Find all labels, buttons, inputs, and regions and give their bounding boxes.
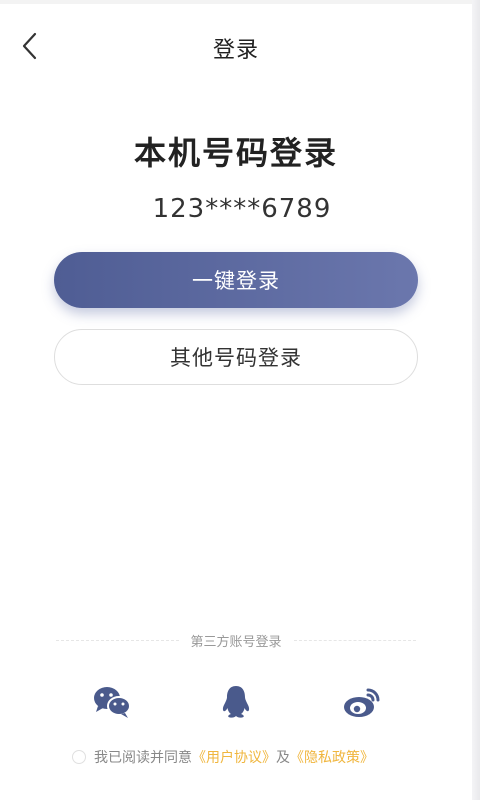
status-bar-strip — [0, 0, 480, 4]
weibo-icon — [344, 688, 380, 717]
qq-login-button[interactable] — [214, 682, 258, 722]
wechat-icon — [94, 687, 131, 718]
third-party-label: 第三方账号登录 — [190, 634, 282, 650]
divider-line-right — [293, 639, 417, 641]
one-click-login-button[interactable]: 一键登录 — [54, 252, 418, 308]
weibo-login-button[interactable] — [340, 682, 384, 722]
qq-penguin-icon — [222, 686, 250, 718]
agreement-checkbox[interactable] — [72, 750, 86, 764]
agreement-conjunction: 及 — [276, 750, 290, 766]
third-party-divider: 第三方账号登录 — [56, 630, 417, 650]
user-agreement-link[interactable]: 《用户协议》 — [192, 747, 276, 767]
scroll-edge — [472, 0, 480, 800]
agreement-prefix: 我已阅读并同意 — [94, 750, 192, 766]
page-title: 登录 — [212, 38, 259, 63]
wechat-login-button[interactable] — [90, 682, 134, 722]
privacy-policy-link[interactable]: 《隐私政策》 — [290, 747, 374, 767]
divider-line-left — [56, 639, 179, 641]
other-number-login-button[interactable]: 其他号码登录 — [54, 329, 418, 385]
agreement-row: 我已阅读并同意 《用户协议》 及 《隐私政策》 — [72, 746, 452, 768]
masked-phone-number: 123****6789 — [152, 194, 332, 224]
navigation-bar: 登录 — [0, 20, 472, 72]
login-heading: 本机号码登录 — [133, 134, 338, 172]
